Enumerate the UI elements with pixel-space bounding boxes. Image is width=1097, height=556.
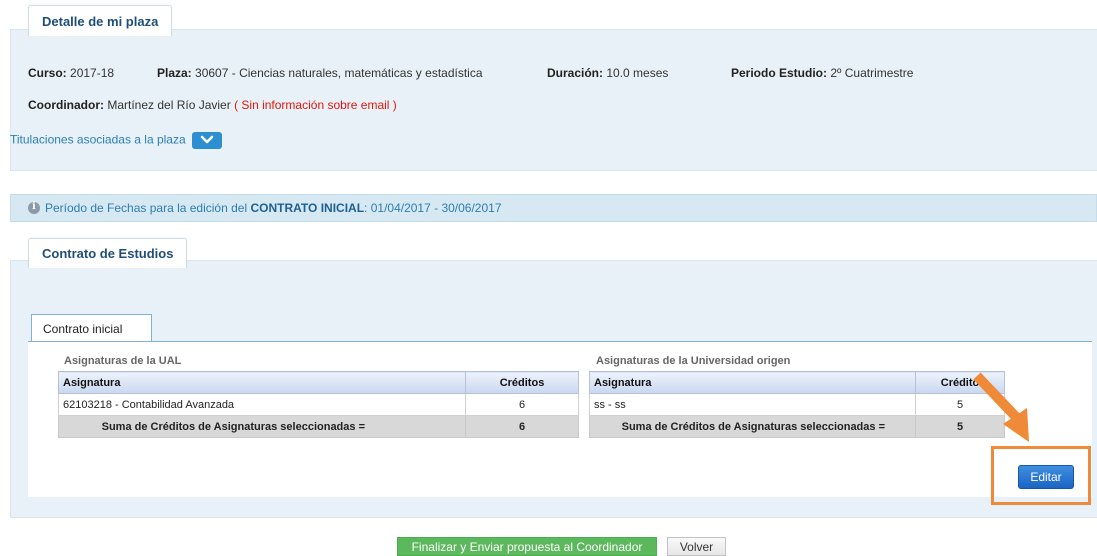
volver-button[interactable]: Volver <box>667 537 726 556</box>
origen-caption: Asignaturas de la Universidad origen <box>596 355 791 367</box>
curso-row: Curso: 2017-18 <box>28 66 114 80</box>
plaza-label: Plaza: <box>157 66 192 80</box>
plaza-row: Plaza: 30607 - Ciencias naturales, matem… <box>157 66 483 80</box>
origen-row-asignatura: ss - ss <box>589 393 916 416</box>
periodo-label: Periodo Estudio: <box>731 66 827 80</box>
ual-table: Asignatura Créditos 62103218 - Contabili… <box>58 371 579 438</box>
editar-button[interactable]: Editar <box>1018 465 1074 489</box>
origen-table: Asignatura Crédito ss - ss 5 Suma de Cré… <box>589 371 1005 438</box>
info-icon <box>28 201 40 214</box>
contrato-title: Contrato de Estudios <box>42 246 174 261</box>
origen-sum-row: Suma de Créditos de Asignaturas seleccio… <box>589 415 1005 438</box>
curso-value: 2017-18 <box>70 66 115 80</box>
ual-col-creditos: Créditos <box>465 371 579 394</box>
ual-sum-value: 6 <box>465 415 579 438</box>
periodo-row: Periodo Estudio: 2º Cuatrimestre <box>731 66 913 80</box>
contrato-title-tab: Contrato de Estudios <box>28 238 188 268</box>
tab-contrato-inicial[interactable]: Contrato inicial <box>31 314 152 342</box>
table-row: 62103218 - Contabilidad Avanzada 6 <box>58 393 579 416</box>
tab-contrato-inicial-label[interactable]: Contrato inicial <box>43 322 122 336</box>
origen-sum-label: Suma de Créditos de Asignaturas seleccio… <box>589 415 916 438</box>
origen-header-row: Asignatura Crédito <box>589 371 1005 394</box>
ual-sum-label: Suma de Créditos de Asignaturas seleccio… <box>58 415 466 438</box>
duracion-value: 10.0 meses <box>606 66 669 80</box>
ual-row-creditos: 6 <box>465 393 579 416</box>
info-highlight: CONTRATO INICIAL <box>250 201 365 215</box>
coordinador-email-note: ( Sin información sobre email ) <box>234 98 397 112</box>
origen-col-asignatura: Asignatura <box>589 371 916 394</box>
ual-caption: Asignaturas de la UAL <box>64 355 182 367</box>
chevron-down-icon[interactable] <box>192 132 223 149</box>
ual-sum-row: Suma de Créditos de Asignaturas seleccio… <box>58 415 579 438</box>
duracion-row: Duración: 10.0 meses <box>547 66 668 80</box>
plaza-value: 30607 - Ciencias naturales, matemáticas … <box>195 66 483 80</box>
ual-header-row: Asignatura Créditos <box>58 371 579 394</box>
plaza-title: Detalle de mi plaza <box>42 13 159 29</box>
plaza-title-tab: Detalle de mi plaza <box>28 5 173 36</box>
coordinador-label: Coordinador: <box>28 98 104 112</box>
ual-row-asignatura: 62103218 - Contabilidad Avanzada <box>58 393 466 416</box>
info-bar: Período de Fechas para la edición del CO… <box>10 194 1097 222</box>
ual-col-asignatura: Asignatura <box>58 371 466 394</box>
info-prefix: Período de Fechas para la edición del <box>45 201 248 215</box>
info-suffix: : 01/04/2017 - 30/06/2017 <box>364 201 502 215</box>
table-row: ss - ss 5 <box>589 393 1005 416</box>
curso-label: Curso: <box>28 66 67 80</box>
annotation-arrow-icon <box>973 372 1029 442</box>
duracion-label: Duración: <box>547 66 604 80</box>
coordinador-row: Coordinador: Martínez del Río Javier ( S… <box>28 98 397 112</box>
titulaciones-toggle[interactable]: Titulaciones asociadas a la plaza <box>10 132 223 149</box>
titulaciones-link[interactable]: Titulaciones asociadas a la plaza <box>10 133 186 147</box>
finalizar-enviar-button[interactable]: Finalizar y Enviar propuesta al Coordina… <box>397 537 657 556</box>
periodo-value: 2º Cuatrimestre <box>830 66 914 80</box>
coordinador-value: Martínez del Río Javier <box>107 98 231 112</box>
